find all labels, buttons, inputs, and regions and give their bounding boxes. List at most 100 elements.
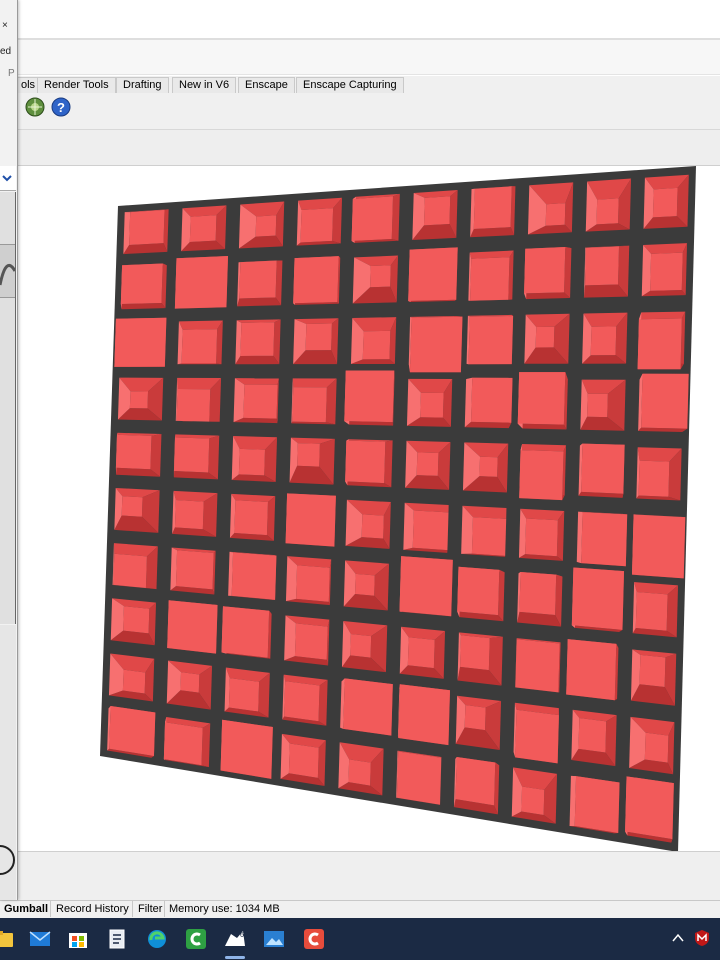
curve-preview	[0, 244, 17, 298]
pyramid-cell	[405, 440, 451, 490]
pyramid-cell	[408, 316, 463, 373]
pyramid-cell	[117, 377, 164, 421]
pyramid-cell	[464, 377, 513, 429]
pyramid-cell	[518, 508, 565, 561]
pyramid-cell	[280, 733, 326, 787]
camtasia-red-icon[interactable]	[302, 927, 326, 951]
store-icon[interactable]	[66, 927, 90, 951]
pyramid-cell	[466, 314, 514, 365]
pyramid-cell	[285, 493, 336, 547]
pyramid-cell	[167, 600, 218, 654]
svg-text:6: 6	[240, 932, 244, 939]
pyramid-cell	[175, 377, 222, 422]
status-separator	[164, 901, 165, 917]
pyramid-cell	[228, 551, 277, 600]
pyramid-cell	[583, 245, 630, 298]
camtasia-green-icon[interactable]	[184, 927, 208, 951]
pyramid-cell	[173, 434, 220, 480]
pyramid-cell	[107, 706, 156, 758]
tab-enscape[interactable]: Enscape	[238, 77, 295, 93]
pyramid-cell	[108, 653, 155, 702]
pyramid-cell	[511, 767, 558, 824]
pyramid-cell	[524, 246, 572, 300]
pyramid-cell	[229, 493, 276, 541]
pyramid-cell	[576, 511, 628, 567]
mcafee-icon[interactable]	[693, 929, 711, 947]
pyramid-cell	[238, 201, 285, 249]
tab-enscape-capturing[interactable]: Enscape Capturing	[296, 77, 404, 93]
help-icon[interactable]: ?	[50, 96, 72, 118]
pyramid-cell	[114, 487, 160, 533]
pyramid-cell	[399, 626, 446, 679]
overlapping-window[interactable]: × ed P	[0, 0, 18, 900]
pyramid-cell	[453, 756, 500, 815]
photos-icon[interactable]	[262, 927, 286, 951]
pyramid-cell	[284, 615, 330, 666]
pyramid-cell	[630, 649, 677, 706]
status-memory: Memory use: 1034 MB	[169, 903, 280, 915]
pyramid-cell	[462, 442, 509, 493]
pyramid-cell	[517, 571, 563, 627]
pyramid-cell	[174, 255, 229, 309]
pyramid-cell	[399, 556, 453, 617]
pyramid-cell	[296, 197, 343, 246]
status-filter[interactable]: Filter	[138, 902, 162, 916]
pyramid-cell	[580, 379, 626, 431]
pyramid-cell	[582, 312, 628, 364]
pyramid-cell	[231, 435, 278, 482]
tab-drafting[interactable]: Drafting	[116, 77, 169, 93]
tab-render-tools[interactable]: Render Tools	[37, 77, 116, 93]
command-area	[18, 851, 720, 901]
pyramid-cell	[519, 444, 567, 501]
pyramid-cell	[403, 502, 449, 553]
pyramid-cell	[566, 639, 619, 701]
pyramid-cell	[235, 319, 281, 365]
perspective-viewport[interactable]	[18, 165, 720, 852]
pyramid-cell	[457, 566, 505, 622]
window-text-fragment: P	[8, 68, 15, 79]
window-lower-panel	[0, 625, 16, 900]
mail-icon[interactable]	[28, 927, 52, 951]
pyramid-cell	[396, 750, 442, 805]
window-dropdown[interactable]	[0, 166, 16, 191]
pyramid-cell	[524, 313, 570, 364]
active-indicator	[225, 956, 245, 959]
pyramid-cell	[641, 243, 688, 297]
dial-icon	[0, 845, 15, 875]
pyramid-cell	[170, 547, 216, 595]
folder-icon[interactable]	[0, 927, 16, 951]
status-separator	[132, 901, 133, 917]
window-close-glyph[interactable]: ×	[2, 20, 8, 31]
pyramid-cell	[625, 776, 674, 843]
chevron-up-icon[interactable]	[671, 931, 685, 945]
pyramid-cell	[285, 556, 332, 606]
command-strip	[18, 40, 720, 75]
pyramid-cell	[233, 378, 279, 424]
pyramid-cell	[638, 373, 689, 433]
pyramid-cell	[629, 716, 675, 775]
edge-icon[interactable]	[145, 927, 169, 951]
pyramid-cell	[515, 638, 561, 693]
pyramid-cell	[112, 543, 158, 590]
pyramid-cell	[220, 719, 273, 779]
status-gumball[interactable]: Gumball	[4, 902, 48, 916]
title-area	[0, 0, 720, 38]
pyramid-cell	[636, 447, 682, 501]
pyramid-panel-model	[100, 166, 696, 852]
pyramid-cell	[397, 684, 450, 746]
pyramid-cell	[517, 372, 568, 430]
pyramid-cell	[408, 247, 458, 303]
pyramid-cell	[350, 317, 397, 365]
pyramid-cell	[461, 505, 507, 557]
rhino-icon[interactable]: 6	[223, 927, 247, 951]
globe-render-icon[interactable]	[24, 96, 46, 118]
pyramid-cell	[114, 317, 167, 367]
status-record-history[interactable]: Record History	[56, 902, 129, 916]
pyramid-cell	[123, 209, 169, 255]
pyramid-cell	[344, 370, 395, 426]
tab-new-in-v6[interactable]: New in V6	[172, 77, 237, 93]
pyramid-cell	[166, 660, 213, 710]
pyramid-cell	[120, 263, 167, 310]
notepad-icon[interactable]	[105, 927, 129, 951]
pyramid-cell	[289, 437, 335, 485]
